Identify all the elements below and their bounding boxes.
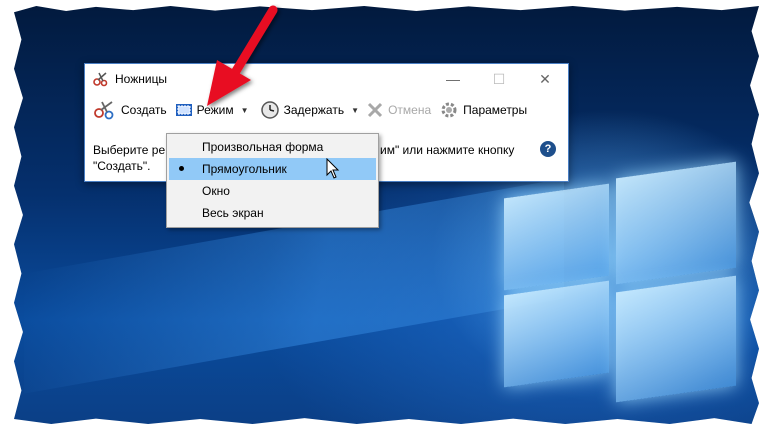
menu-item-label: Весь экран	[202, 206, 264, 220]
x-cancel-icon	[368, 102, 383, 118]
mode-dropdown-menu: Произвольная форма Прямоугольник Окно Ве…	[166, 133, 379, 228]
red-pointer-arrow-icon	[207, 5, 278, 106]
new-snip-label: Создать	[121, 103, 167, 117]
logo-pane	[616, 275, 736, 403]
close-button[interactable]: ✕	[522, 64, 568, 94]
menu-item-label: Окно	[202, 184, 230, 198]
delay-label: Задержать	[283, 103, 345, 117]
logo-pane	[504, 183, 609, 291]
logo-pane	[504, 280, 609, 388]
menu-item-label: Прямоугольник	[202, 162, 287, 176]
options-label: Параметры	[463, 103, 528, 117]
rectangle-snip-icon	[175, 104, 192, 116]
mouse-cursor-icon	[326, 158, 340, 179]
instruction-line-2: "Создать".	[93, 159, 151, 173]
toolbar: Создать Режим ▼ Задержать ▼ Отмена Парам…	[85, 94, 568, 126]
menu-item-rectangle[interactable]: Прямоугольник	[169, 158, 376, 180]
instruction-line-1-start: Выберите ре	[93, 143, 166, 157]
gear-icon	[441, 102, 457, 118]
help-icon[interactable]: ?	[540, 141, 556, 157]
cancel-label: Отмена	[388, 103, 432, 117]
options-button[interactable]: Параметры	[435, 97, 531, 123]
instruction-text: Выберите ре "Создать".	[93, 142, 165, 174]
instruction-line-1-end: им" или нажмите кнопку	[380, 143, 515, 157]
maximize-button[interactable]: ☐	[476, 64, 522, 94]
menu-item-free-form[interactable]: Произвольная форма	[167, 136, 378, 158]
selected-bullet-icon	[179, 166, 184, 171]
scissors-app-icon	[93, 72, 108, 87]
windows-logo-wallpaper	[484, 156, 744, 403]
title-bar[interactable]: Ножницы — ☐ ✕	[85, 64, 568, 94]
delay-dropdown-arrow[interactable]: ▼	[348, 97, 362, 123]
new-snip-button[interactable]: Создать	[89, 97, 171, 123]
menu-item-full-screen[interactable]: Весь экран	[167, 202, 378, 224]
cancel-button[interactable]: Отмена	[362, 97, 435, 123]
minimize-button[interactable]: —	[430, 64, 476, 94]
scissors-icon	[94, 101, 114, 120]
menu-item-window[interactable]: Окно	[167, 180, 378, 202]
logo-pane	[616, 161, 736, 285]
menu-item-label: Произвольная форма	[202, 140, 324, 154]
window-title: Ножницы	[115, 72, 168, 86]
